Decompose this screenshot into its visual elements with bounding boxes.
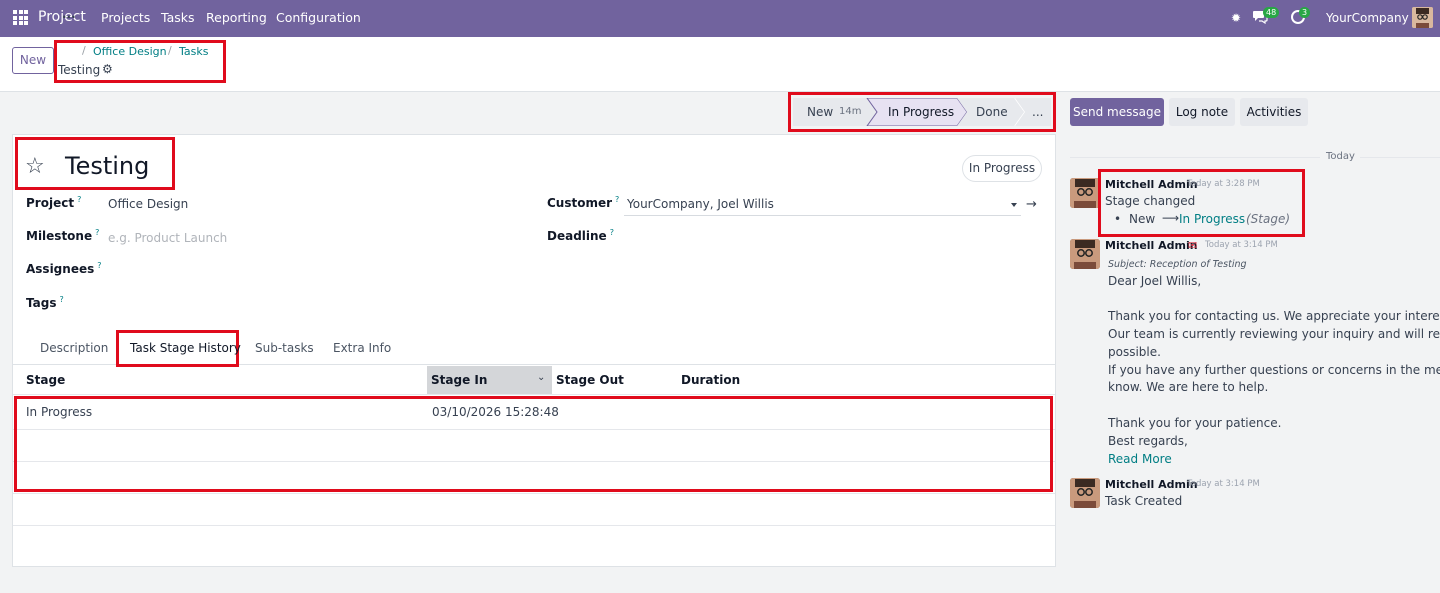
log-note-button[interactable]: Log note xyxy=(1169,98,1235,126)
help-tooltip[interactable]: ? xyxy=(77,195,81,204)
milestone-label: Milestone? xyxy=(26,228,100,243)
internal-link-arrow-icon[interactable]: → xyxy=(1026,197,1037,212)
customer-field[interactable]: YourCompany, Joel Willis xyxy=(627,197,774,211)
breadcrumb-office-design[interactable]: Office Design xyxy=(93,45,167,58)
project-field[interactable]: Office Design xyxy=(108,197,188,211)
message-line: know. We are here to help. xyxy=(1108,380,1269,394)
message-subject: Subject: Reception of Testing xyxy=(1108,259,1247,270)
menu-tasks[interactable]: Tasks xyxy=(161,10,195,25)
message-author[interactable]: Mitchell Admin xyxy=(1105,478,1198,491)
debug-bug-icon[interactable]: ✹ xyxy=(1231,11,1241,25)
menu-projects[interactable]: Projects xyxy=(101,10,150,25)
avatar[interactable] xyxy=(1070,478,1100,508)
stage-new[interactable]: New xyxy=(807,98,833,126)
day-divider-label: Today xyxy=(1326,151,1355,162)
message-line: possible. xyxy=(1108,345,1161,359)
message-author[interactable]: Mitchell Admin xyxy=(1105,178,1198,191)
send-message-button[interactable]: Send message xyxy=(1070,98,1164,126)
breadcrumb-tasks[interactable]: Tasks xyxy=(179,45,208,58)
table-row-divider xyxy=(13,525,1055,526)
day-divider-line xyxy=(1070,157,1320,158)
activities-button[interactable]: Activities xyxy=(1240,98,1308,126)
avatar[interactable] xyxy=(1070,239,1100,269)
breadcrumb-separator: / xyxy=(168,44,172,57)
envelope-icon: ✉ xyxy=(1188,239,1198,252)
breadcrumb-current: Testing xyxy=(58,63,101,77)
day-divider-line xyxy=(1360,157,1440,158)
stage-done[interactable]: Done xyxy=(976,98,1008,126)
tags-label: Tags? xyxy=(26,295,64,310)
highlight-table-rows xyxy=(14,396,1053,492)
help-tooltip[interactable]: ? xyxy=(59,295,63,304)
milestone-field[interactable]: e.g. Product Launch xyxy=(108,231,227,245)
column-stage-out[interactable]: Stage Out xyxy=(556,373,624,387)
new-button[interactable]: New xyxy=(12,47,54,74)
column-duration[interactable]: Duration xyxy=(681,373,740,387)
tab-extra-info[interactable]: Extra Info xyxy=(333,341,391,355)
assignees-label: Assignees? xyxy=(26,261,102,276)
app-menu-icon[interactable] xyxy=(13,10,28,25)
stage-more[interactable]: ... xyxy=(1032,98,1043,126)
chevron-down-icon[interactable]: ⌄ xyxy=(537,372,545,383)
tab-description[interactable]: Description xyxy=(40,341,108,355)
message-line: Thank you for your patience. xyxy=(1108,416,1282,430)
user-avatar[interactable] xyxy=(1412,7,1433,28)
message-time: Today at 3:28 PM xyxy=(1187,179,1260,189)
message-body: Task Created xyxy=(1105,494,1183,508)
tracking-old-value: New xyxy=(1129,212,1156,226)
message-body: Stage changed xyxy=(1105,194,1196,208)
stage-in-progress[interactable]: In Progress xyxy=(888,98,954,126)
star-icon[interactable]: ☆ xyxy=(25,154,45,179)
activities-count-badge: 3 xyxy=(1299,7,1311,18)
stage-new-duration: 14m xyxy=(839,106,862,117)
tracking-field-name: (Stage) xyxy=(1246,212,1291,226)
customer-underline xyxy=(624,215,1021,216)
help-tooltip[interactable]: ? xyxy=(95,228,99,237)
task-title[interactable]: Testing xyxy=(65,152,149,180)
tab-task-stage-history[interactable]: Task Stage History xyxy=(130,341,241,355)
message-line: Dear Joel Willis, xyxy=(1108,274,1202,288)
table-row-divider xyxy=(13,493,1055,494)
menu-configuration[interactable]: Configuration xyxy=(276,10,361,25)
help-tooltip[interactable]: ? xyxy=(615,195,619,204)
help-tooltip[interactable]: ? xyxy=(97,261,101,270)
tracking-new-value: In Progress xyxy=(1179,212,1246,226)
bullet: • xyxy=(1114,212,1122,226)
message-line: Thank you for contacting us. We apprecia… xyxy=(1108,309,1440,323)
breadcrumb-separator: / xyxy=(82,44,86,57)
column-stage[interactable]: Stage xyxy=(26,373,65,387)
avatar[interactable] xyxy=(1070,178,1100,208)
message-line: If you have any further questions or con… xyxy=(1108,363,1440,377)
column-stage-in[interactable]: Stage In xyxy=(431,373,487,387)
message-time: Today at 3:14 PM xyxy=(1205,240,1278,250)
message-line: Our team is currently reviewing your inq… xyxy=(1108,327,1440,341)
help-tooltip[interactable]: ? xyxy=(610,228,614,237)
message-line: Best regards, xyxy=(1108,434,1188,448)
project-label: Project? xyxy=(26,195,82,210)
breadcrumb-more[interactable]: ... xyxy=(62,7,76,21)
top-navbar: Project Projects Tasks Reporting Configu… xyxy=(0,0,1440,37)
customer-label: Customer? xyxy=(547,195,620,210)
message-time: Today at 3:14 PM xyxy=(1187,479,1260,489)
menu-reporting[interactable]: Reporting xyxy=(206,10,267,25)
chevron-down-icon[interactable] xyxy=(1011,203,1017,207)
state-pill[interactable]: In Progress xyxy=(962,155,1042,182)
gear-icon[interactable]: ⚙ xyxy=(102,62,113,76)
deadline-label: Deadline? xyxy=(547,228,614,243)
table-header-divider xyxy=(13,394,1055,395)
message-author[interactable]: Mitchell Admin xyxy=(1105,239,1198,252)
company-switcher[interactable]: YourCompany xyxy=(1326,11,1409,25)
read-more-link[interactable]: Read More xyxy=(1108,452,1172,466)
messages-count-badge: 48 xyxy=(1263,7,1280,18)
tracking-arrow-icon: ⟶ xyxy=(1162,211,1180,225)
tab-sub-tasks[interactable]: Sub-tasks xyxy=(255,341,314,355)
